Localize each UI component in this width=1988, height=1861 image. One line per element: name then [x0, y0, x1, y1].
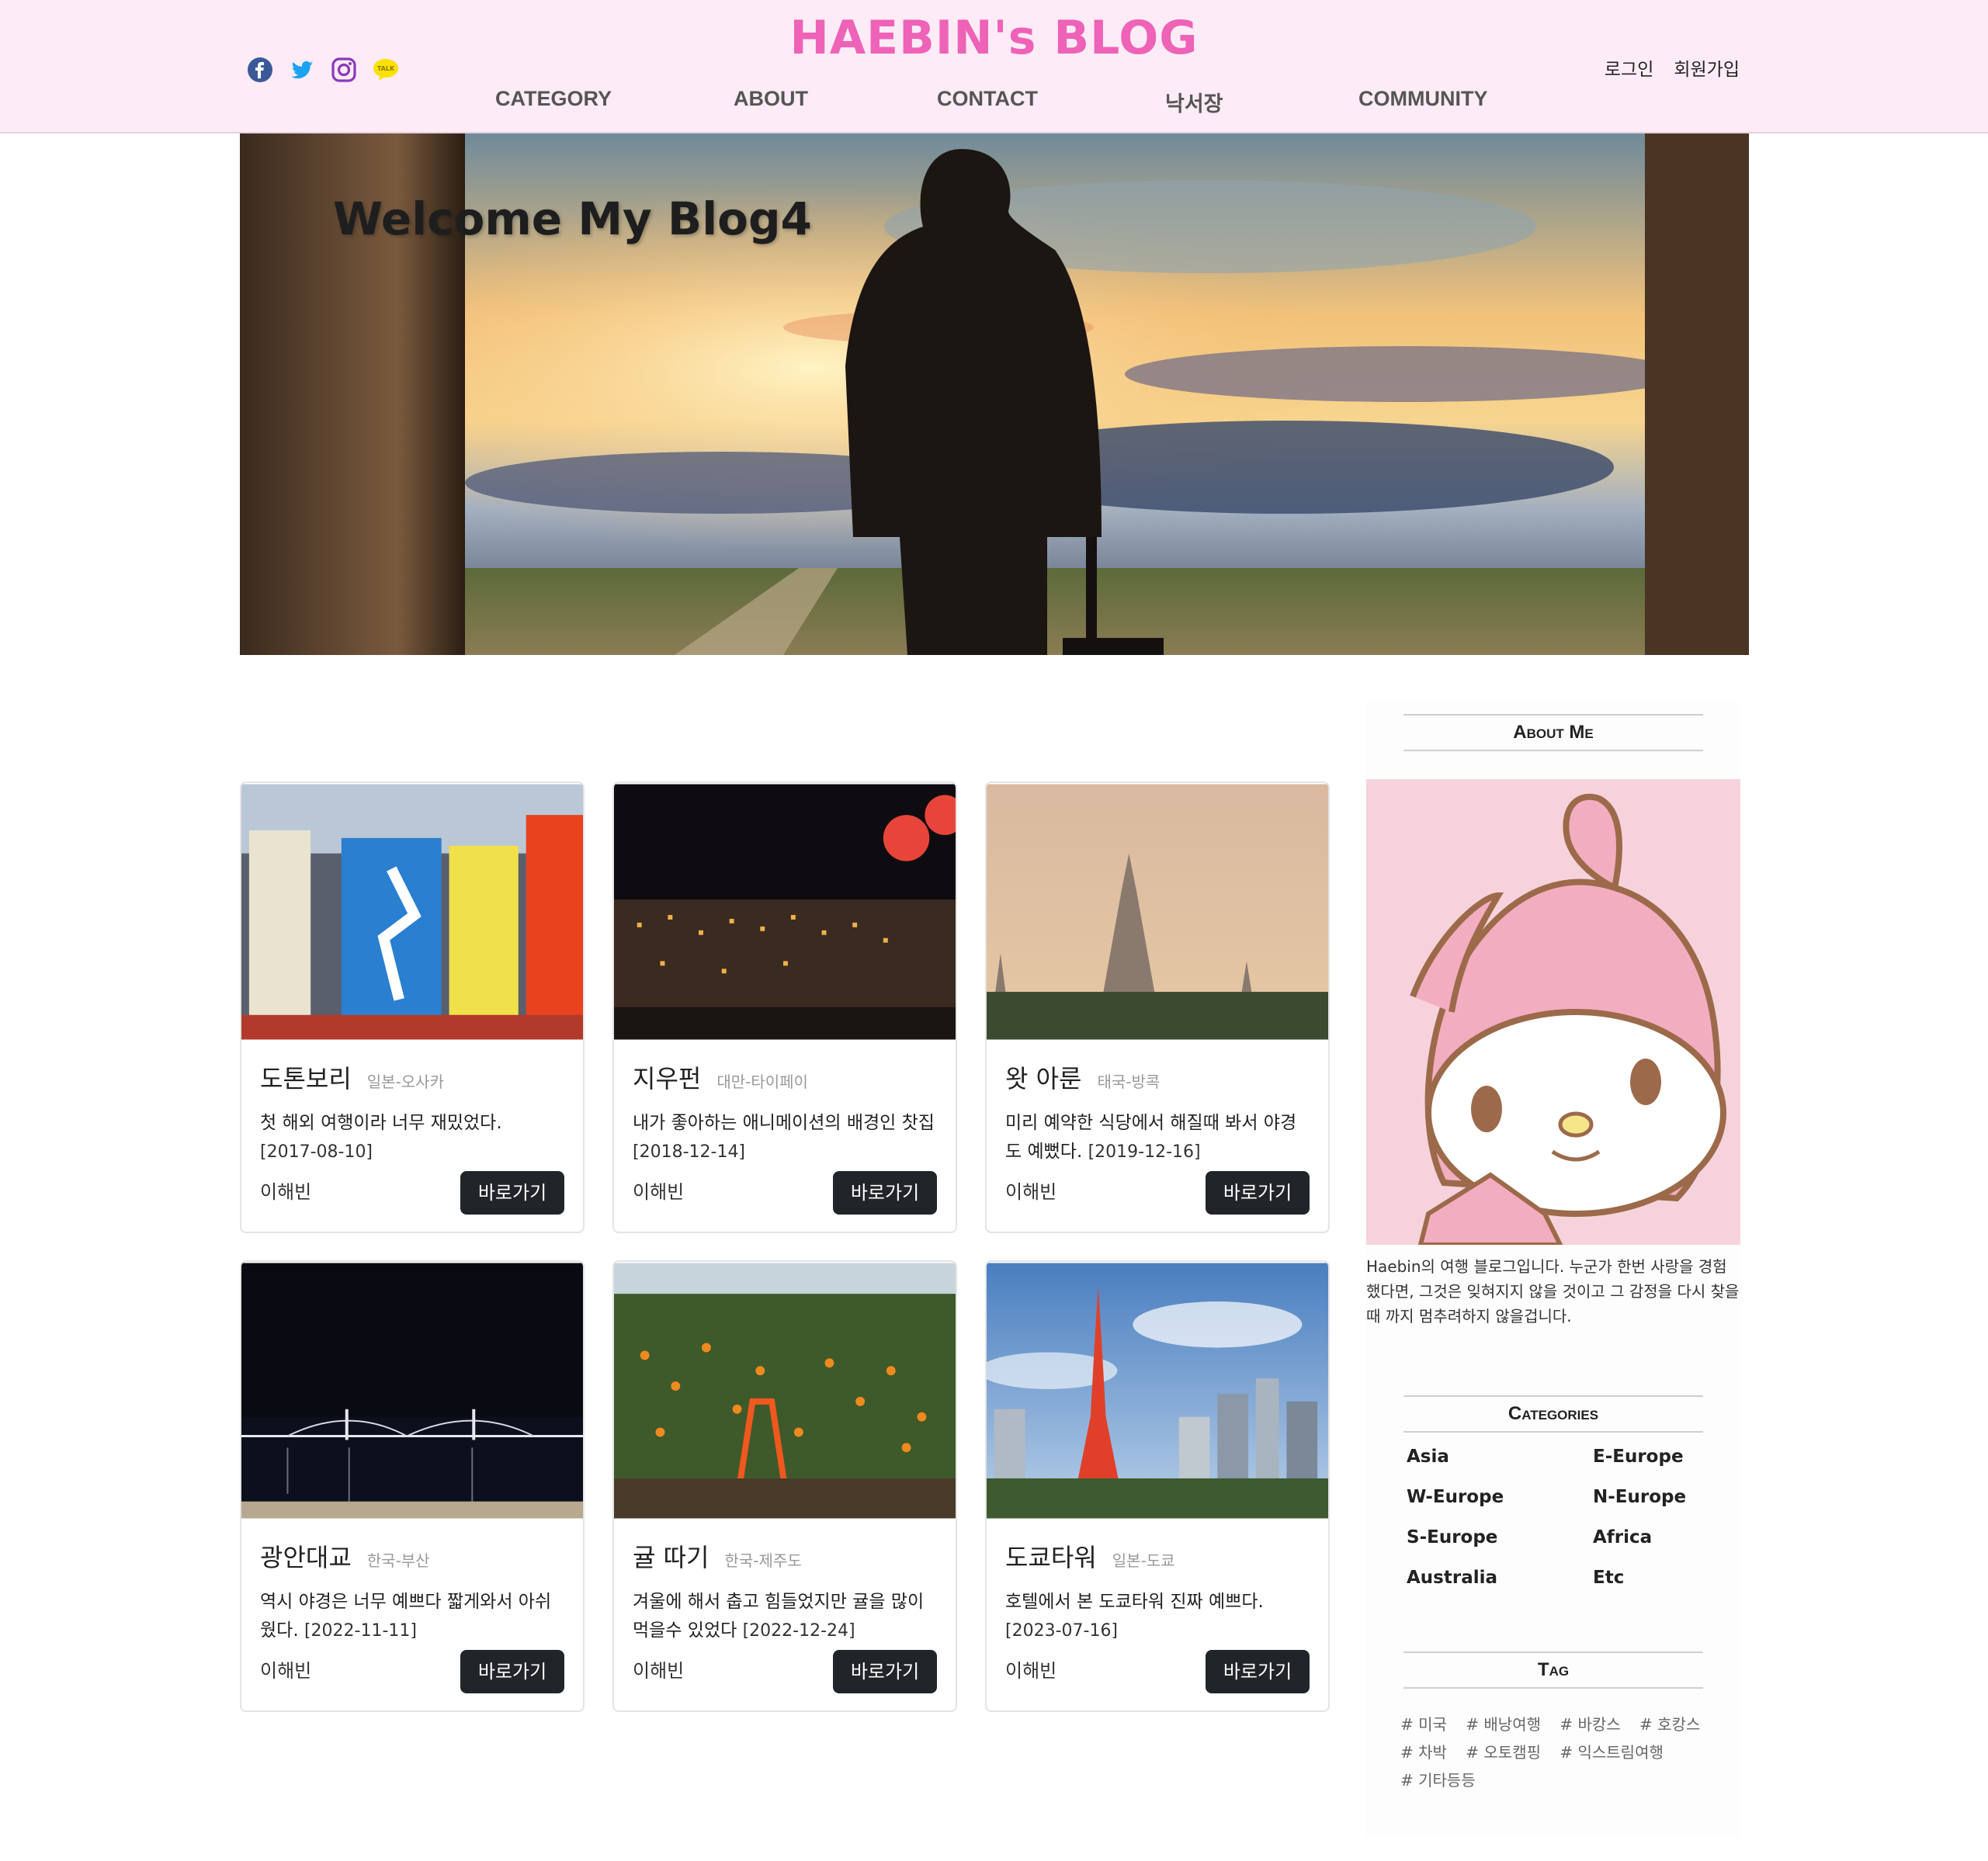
card-text: 내가 좋아하는 애니메이션의 배경인 찻집 [2018-12-14]: [633, 1109, 937, 1166]
card-title: 광안대교: [260, 1543, 352, 1572]
card-description: 첫 해외 여행이라 너무 재밌었다.: [260, 1113, 502, 1133]
card-description: 호텔에서 본 도쿄타워 진짜 예쁘다.: [1005, 1592, 1264, 1612]
go-button[interactable]: 바로가기: [1206, 1171, 1310, 1215]
tag-item[interactable]: # 배낭여행: [1466, 1715, 1541, 1734]
post-card: 도쿄타워 일본-도쿄 호텔에서 본 도쿄타워 진짜 예쁘다. [2023-07-16…: [985, 1260, 1330, 1712]
post-card: 지우펀 대만-타이페이 내가 좋아하는 애니메이션의 배경인 찻집 [2018-1…: [612, 781, 957, 1233]
signup-link[interactable]: 회원가입: [1674, 54, 1740, 81]
auth-links: 로그인 회원가입: [1605, 54, 1740, 81]
hero-title: Welcome My Blog4: [333, 192, 812, 245]
card-body: 도쿄타워 일본-도쿄 호텔에서 본 도쿄타워 진짜 예쁘다. [2023-07-16…: [1005, 1538, 1310, 1645]
card-title: 지우펀: [633, 1064, 702, 1093]
card-author: 이해빈: [633, 1660, 685, 1682]
instagram-icon[interactable]: [331, 57, 357, 83]
category-asia[interactable]: Asia: [1407, 1447, 1593, 1471]
card-date: [2022-12-24]: [742, 1621, 855, 1641]
card-region: 대만-타이페이: [716, 1073, 808, 1091]
about-text: Haebin의 여행 블로그입니다. 누군가 한번 사랑을 경험했다면, 그것은…: [1366, 1257, 1740, 1326]
card-author: 이해빈: [1005, 1660, 1057, 1682]
post-card: 도톤보리 일본-오사카 첫 해외 여행이라 너무 재밌었다. [2017-08-10…: [240, 781, 585, 1233]
card-title: 귤 따기: [633, 1543, 710, 1572]
social-links: TALK: [247, 57, 399, 83]
card-author: 이해빈: [260, 1660, 312, 1682]
post-image[interactable]: [987, 783, 1328, 1041]
category-australia[interactable]: Australia: [1407, 1568, 1593, 1592]
main-nav: CATEGORY ABOUT CONTACT 낙서장 COMMUNITY: [0, 87, 1988, 118]
nav-category[interactable]: CATEGORY: [495, 87, 612, 111]
go-button[interactable]: 바로가기: [833, 1171, 937, 1215]
card-title: 도톤보리: [260, 1064, 352, 1093]
go-button[interactable]: 바로가기: [833, 1650, 937, 1693]
card-region: 한국-제주도: [724, 1551, 802, 1570]
card-region: 일본-오사카: [366, 1073, 444, 1091]
category-africa[interactable]: Africa: [1593, 1527, 1717, 1552]
tag-item[interactable]: # 익스트림여행: [1560, 1743, 1664, 1762]
facebook-icon[interactable]: [247, 57, 273, 83]
categories-heading: Categories: [1403, 1395, 1703, 1433]
card-body: 지우펀 대만-타이페이 내가 좋아하는 애니메이션의 배경인 찻집 [2018-1…: [633, 1059, 937, 1166]
card-title: 왓 아룬: [1005, 1064, 1082, 1093]
card-body: 귤 따기 한국-제주도 겨울에 해서 춥고 힘들었지만 귤을 많이 먹을수 있었다…: [633, 1538, 937, 1645]
twitter-icon[interactable]: [289, 57, 315, 83]
category-n-europe[interactable]: N-Europe: [1593, 1487, 1717, 1512]
sidebar: About Me Haebin의 여행 블로그입니다. 누군가 한번 사랑을 경…: [1366, 702, 1740, 1838]
tag-item[interactable]: # 미국: [1400, 1715, 1447, 1734]
nav-about[interactable]: ABOUT: [734, 87, 808, 111]
tag-list: # 미국 # 배낭여행 # 바캉스 # 호캉스 # 차박 # 오토캠핑 # 익스…: [1400, 1710, 1734, 1794]
card-region: 한국-부산: [366, 1551, 430, 1570]
post-image[interactable]: [241, 1262, 583, 1520]
category-list: Asia E-Europe W-Europe N-Europe S-Europe…: [1407, 1447, 1717, 1592]
nav-community[interactable]: COMMUNITY: [1358, 87, 1487, 111]
card-text: 호텔에서 본 도쿄타워 진짜 예쁘다. [2023-07-16]: [1005, 1588, 1310, 1645]
tag-item[interactable]: # 호캉스: [1639, 1715, 1700, 1734]
kakaotalk-label: TALK: [377, 65, 395, 72]
login-link[interactable]: 로그인: [1605, 54, 1653, 81]
go-button[interactable]: 바로가기: [1206, 1650, 1310, 1693]
post-image[interactable]: [987, 1262, 1328, 1520]
post-image[interactable]: [614, 783, 956, 1041]
tag-item[interactable]: # 바캉스: [1560, 1715, 1620, 1734]
tag-item[interactable]: # 차박: [1400, 1743, 1447, 1762]
go-button[interactable]: 바로가기: [460, 1171, 564, 1215]
card-date: [2018-12-14]: [633, 1142, 746, 1162]
card-text: 첫 해외 여행이라 너무 재밌었다. [2017-08-10]: [260, 1109, 564, 1166]
post-image[interactable]: [614, 1262, 956, 1520]
category-s-europe[interactable]: S-Europe: [1407, 1527, 1593, 1552]
card-description: 내가 좋아하는 애니메이션의 배경인 찻집: [633, 1113, 935, 1133]
tag-item[interactable]: # 기타등등: [1400, 1771, 1476, 1790]
nav-contact[interactable]: CONTACT: [937, 87, 1038, 111]
card-body: 광안대교 한국-부산 역시 야경은 너무 예쁘다 짧게와서 아쉬웠다. [2022…: [260, 1538, 564, 1645]
card-date: [2019-12-16]: [1088, 1142, 1201, 1162]
card-text: 미리 예약한 식당에서 해질때 봐서 야경도 예뻤다. [2019-12-16]: [1005, 1109, 1310, 1166]
category-etc[interactable]: Etc: [1593, 1568, 1717, 1592]
post-image[interactable]: [241, 783, 583, 1041]
about-heading: About Me: [1403, 714, 1703, 751]
card-date: [2017-08-10]: [260, 1142, 373, 1162]
card-body: 왓 아룬 태국-방콕 미리 예약한 식당에서 해질때 봐서 야경도 예뻤다. [2…: [1005, 1059, 1310, 1166]
profile-image: [1366, 779, 1740, 1245]
card-body: 도톤보리 일본-오사카 첫 해외 여행이라 너무 재밌었다. [2017-08-10…: [260, 1059, 564, 1166]
card-title: 도쿄타워: [1005, 1543, 1097, 1572]
nav-guestbook[interactable]: 낙서장: [1165, 87, 1223, 117]
card-text: 역시 야경은 너무 예쁘다 짧게와서 아쉬웠다. [2022-11-11]: [260, 1588, 564, 1645]
category-e-europe[interactable]: E-Europe: [1593, 1447, 1717, 1471]
card-author: 이해빈: [1005, 1181, 1057, 1203]
card-date: [2022-11-11]: [304, 1621, 417, 1641]
card-author: 이해빈: [633, 1181, 685, 1203]
card-author: 이해빈: [260, 1181, 312, 1203]
post-card: 광안대교 한국-부산 역시 야경은 너무 예쁘다 짧게와서 아쉬웠다. [2022…: [240, 1260, 585, 1712]
post-card: 귤 따기 한국-제주도 겨울에 해서 춥고 힘들었지만 귤을 많이 먹을수 있었다…: [612, 1260, 957, 1712]
tag-item[interactable]: # 오토캠핑: [1466, 1743, 1541, 1762]
card-region: 태국-방콕: [1097, 1073, 1161, 1091]
tag-heading: Tag: [1403, 1651, 1703, 1689]
card-text: 겨울에 해서 춥고 힘들었지만 귤을 많이 먹을수 있었다 [2022-12-2…: [633, 1588, 937, 1645]
hero-banner: Welcome My Blog4: [240, 133, 1749, 655]
site-header: HAEBIN's BLOG TALK CATEGORY ABOUT CONTAC…: [0, 0, 1988, 133]
category-w-europe[interactable]: W-Europe: [1407, 1487, 1593, 1512]
card-date: [2023-07-16]: [1005, 1621, 1119, 1641]
post-card: 왓 아룬 태국-방콕 미리 예약한 식당에서 해질때 봐서 야경도 예뻤다. [2…: [985, 781, 1330, 1233]
card-region: 일본-도쿄: [1112, 1551, 1175, 1570]
go-button[interactable]: 바로가기: [460, 1650, 564, 1693]
kakaotalk-icon[interactable]: TALK: [373, 57, 399, 83]
